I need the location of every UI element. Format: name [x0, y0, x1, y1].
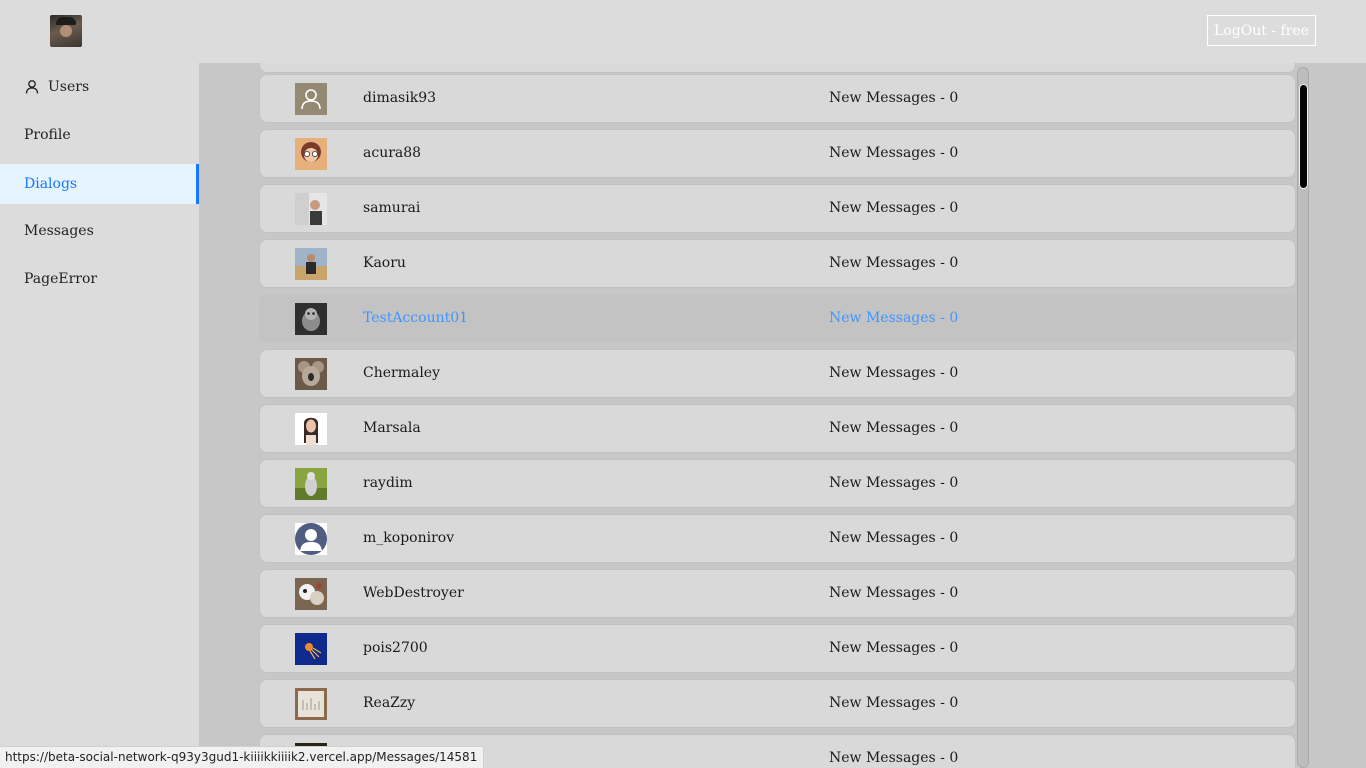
dialog-row[interactable]: samurai New Messages - 0	[259, 184, 1296, 233]
avatar	[295, 688, 327, 720]
sidebar-item-label: Profile	[24, 127, 71, 143]
user-icon	[24, 79, 40, 95]
new-messages-count: New Messages - 0	[829, 640, 959, 656]
dialog-row[interactable]: ReaZzy New Messages - 0	[259, 679, 1296, 728]
sidebar-item-dialogs[interactable]: Dialogs	[0, 164, 199, 204]
sidebar-item-label: Users	[48, 79, 90, 95]
dialog-username[interactable]: ReaZzy	[363, 695, 415, 711]
new-messages-count: New Messages - 0	[829, 255, 959, 271]
avatar	[295, 248, 327, 280]
dialog-row-hovered[interactable]: TestAccount01 New Messages - 0	[259, 294, 1296, 343]
dialog-row[interactable]: dimasik93 New Messages - 0	[259, 74, 1296, 123]
dialog-row[interactable]: Chermaley New Messages - 0	[259, 349, 1296, 398]
logo-avatar[interactable]	[50, 15, 82, 47]
dialog-row[interactable]: pois2700 New Messages - 0	[259, 624, 1296, 673]
avatar	[295, 83, 327, 115]
dialog-row[interactable]: m_koponirov New Messages - 0	[259, 514, 1296, 563]
dialog-username[interactable]: Kaoru	[363, 255, 406, 271]
dialog-username[interactable]: pois2700	[363, 640, 428, 656]
app-header: LogOut - free	[0, 0, 1366, 63]
sidebar-item-pageerror[interactable]: PageError	[0, 259, 199, 299]
dialogs-list-area[interactable]: dimasik93 New Messages - 0 acura88 New M…	[199, 63, 1366, 768]
dialog-username[interactable]: TestAccount01	[363, 310, 468, 326]
browser-status-url: https://beta-social-network-q93y3gud1-ki…	[0, 746, 485, 768]
sidebar-item-label: PageError	[24, 271, 98, 287]
dialog-username[interactable]: Chermaley	[363, 365, 440, 381]
avatar	[295, 523, 327, 555]
dialog-row[interactable]: raydim New Messages - 0	[259, 459, 1296, 508]
dialog-username[interactable]: dimasik93	[363, 90, 436, 106]
new-messages-count: New Messages - 0	[829, 365, 959, 381]
avatar	[295, 468, 327, 500]
new-messages-count: New Messages - 0	[829, 475, 959, 491]
sidebar-item-label: Dialogs	[24, 176, 78, 192]
sidebar-item-label: Messages	[24, 223, 94, 239]
sidebar-menu: Users Profile Dialogs Messages PageError	[0, 63, 199, 768]
new-messages-count: New Messages - 0	[829, 200, 959, 216]
dialog-username[interactable]: raydim	[363, 475, 413, 491]
avatar	[295, 578, 327, 610]
dialog-username[interactable]: Marsala	[363, 420, 421, 436]
new-messages-count: New Messages - 0	[829, 310, 959, 326]
dialog-username[interactable]: m_koponirov	[363, 530, 454, 546]
dialog-row[interactable]: Kaoru New Messages - 0	[259, 239, 1296, 288]
new-messages-count: New Messages - 0	[829, 695, 959, 711]
avatar	[295, 358, 327, 390]
avatar	[295, 193, 327, 225]
dialog-username[interactable]: WebDestroyer	[363, 585, 464, 601]
scrollbar-thumb[interactable]	[1299, 84, 1308, 189]
sidebar-item-profile[interactable]: Profile	[0, 115, 199, 155]
new-messages-count: New Messages - 0	[829, 145, 959, 161]
new-messages-count: New Messages - 0	[829, 585, 959, 601]
dialog-row[interactable]: Marsala New Messages - 0	[259, 404, 1296, 453]
new-messages-count: New Messages - 0	[829, 750, 959, 766]
dialog-username[interactable]: samurai	[363, 200, 420, 216]
avatar	[295, 138, 327, 170]
new-messages-count: New Messages - 0	[829, 90, 959, 106]
logout-button[interactable]: LogOut - free	[1207, 15, 1316, 46]
sidebar-item-messages[interactable]: Messages	[0, 211, 199, 251]
sidebar-item-users[interactable]: Users	[0, 67, 199, 107]
dialog-row[interactable]: WebDestroyer New Messages - 0	[259, 569, 1296, 618]
list-top-edge	[259, 63, 1296, 73]
dialog-username[interactable]: acura88	[363, 145, 421, 161]
avatar	[295, 633, 327, 665]
avatar	[295, 303, 327, 335]
new-messages-count: New Messages - 0	[829, 530, 959, 546]
new-messages-count: New Messages - 0	[829, 420, 959, 436]
avatar	[295, 413, 327, 445]
dialog-row[interactable]: acura88 New Messages - 0	[259, 129, 1296, 178]
